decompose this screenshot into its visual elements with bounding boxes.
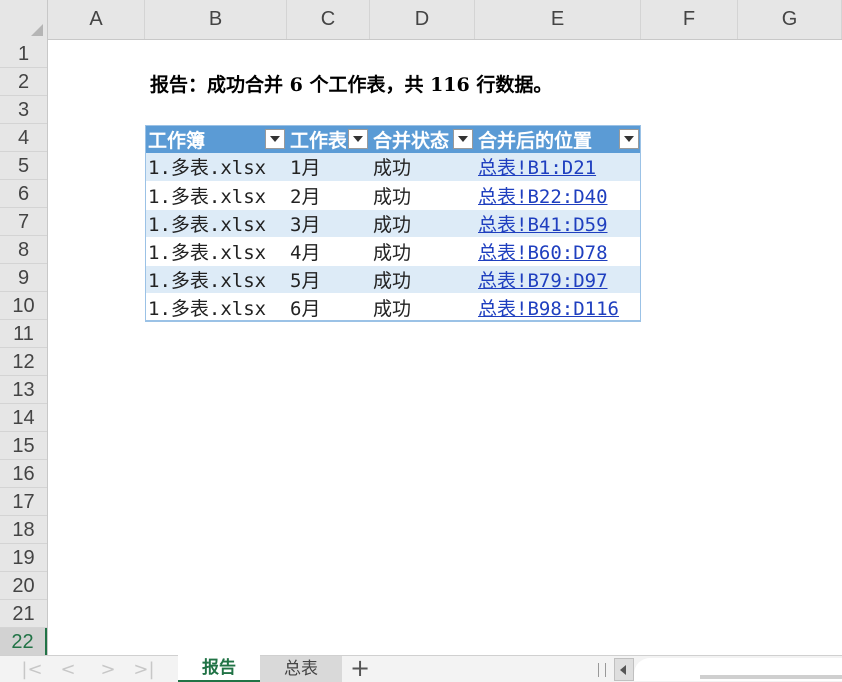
row-header[interactable]: 15	[0, 432, 47, 460]
row-header[interactable]: 12	[0, 348, 47, 376]
row-header-bar: 1 2 3 4 5 6 7 8 9 10 11 12 13 14 15 16 1…	[0, 40, 48, 656]
column-header-a[interactable]: A	[48, 0, 145, 39]
row-header[interactable]: 13	[0, 376, 47, 404]
row-header[interactable]: 16	[0, 460, 47, 488]
position-link[interactable]: 总表!B60:D78	[478, 242, 608, 264]
horizontal-scroll-thumb[interactable]	[700, 675, 842, 679]
position-link[interactable]: 总表!B1:D21	[478, 157, 596, 179]
header-merge-status[interactable]: 合并状态	[370, 125, 475, 153]
row-header[interactable]: 14	[0, 404, 47, 432]
cell-position[interactable]: 总表!B98:D116	[475, 293, 641, 322]
position-link[interactable]: 总表!B79:D97	[478, 270, 608, 292]
cell-worksheet[interactable]: 5月	[287, 265, 370, 294]
filter-dropdown-icon[interactable]	[619, 129, 639, 149]
next-sheet-icon[interactable]: >	[94, 659, 122, 681]
prev-sheet-icon[interactable]: <	[54, 659, 82, 681]
row-header[interactable]: 3	[0, 96, 47, 124]
table-row: 1.多表.xlsx 6月 成功 总表!B98:D116	[145, 293, 641, 322]
row-header[interactable]: 4	[0, 124, 47, 152]
row-header-selected[interactable]: 22	[0, 628, 47, 656]
header-worksheet[interactable]: 工作表	[287, 125, 370, 153]
position-link[interactable]: 总表!B98:D116	[478, 298, 619, 320]
header-workbook[interactable]: 工作簿	[145, 125, 287, 153]
table-row: 1.多表.xlsx 2月 成功 总表!B22:D40	[145, 181, 641, 210]
table-header-row: 工作簿 工作表 合并状态 合并后的位置	[145, 125, 641, 153]
cell-worksheet[interactable]: 1月	[287, 153, 370, 182]
report-title[interactable]: 报告：成功合并 6 个工作表，共 116 行数据。	[150, 70, 552, 97]
filter-dropdown-icon[interactable]	[453, 129, 473, 149]
sheet-tab-bar: |< < > >| 报告 总表 +	[0, 655, 842, 682]
sheet-tab-report[interactable]: 报告	[178, 655, 260, 682]
cell-workbook[interactable]: 1.多表.xlsx	[145, 293, 287, 322]
tab-splitter-handle[interactable]	[598, 663, 606, 677]
header-label: 合并状态	[373, 129, 450, 152]
filter-dropdown-icon[interactable]	[348, 129, 368, 149]
cell-worksheet[interactable]: 4月	[287, 237, 370, 266]
column-header-f[interactable]: F	[641, 0, 738, 39]
row-header[interactable]: 10	[0, 292, 47, 320]
position-link[interactable]: 总表!B22:D40	[478, 186, 608, 208]
table-row: 1.多表.xlsx 5月 成功 总表!B79:D97	[145, 265, 641, 294]
scroll-left-icon[interactable]	[614, 658, 634, 681]
cell-position[interactable]: 总表!B22:D40	[475, 181, 641, 210]
cell-status[interactable]: 成功	[370, 181, 475, 210]
row-header[interactable]: 8	[0, 236, 47, 264]
cell-position[interactable]: 总表!B41:D59	[475, 209, 641, 238]
header-merged-position[interactable]: 合并后的位置	[475, 125, 641, 153]
position-link[interactable]: 总表!B41:D59	[478, 214, 608, 236]
cell-status[interactable]: 成功	[370, 265, 475, 294]
table-row: 1.多表.xlsx 3月 成功 总表!B41:D59	[145, 209, 641, 238]
cell-worksheet[interactable]: 6月	[287, 293, 370, 322]
column-header-b[interactable]: B	[145, 0, 287, 39]
filter-dropdown-icon[interactable]	[265, 129, 285, 149]
row-header[interactable]: 11	[0, 320, 47, 348]
cell-workbook[interactable]: 1.多表.xlsx	[145, 237, 287, 266]
header-label: 工作簿	[148, 129, 206, 152]
row-header[interactable]: 20	[0, 572, 47, 600]
cell-workbook[interactable]: 1.多表.xlsx	[145, 209, 287, 238]
cell-workbook[interactable]: 1.多表.xlsx	[145, 181, 287, 210]
last-sheet-icon[interactable]: >|	[130, 659, 158, 681]
row-header[interactable]: 17	[0, 488, 47, 516]
cell-status[interactable]: 成功	[370, 153, 475, 182]
merge-result-table: 工作簿 工作表 合并状态 合并后的位置 1.多表.xlsx 1月 成功 总表!B…	[145, 125, 641, 322]
cell-worksheet[interactable]: 3月	[287, 209, 370, 238]
select-all-triangle-icon	[31, 24, 43, 36]
column-header-e[interactable]: E	[475, 0, 641, 39]
row-header[interactable]: 5	[0, 152, 47, 180]
spreadsheet: A B C D E F G 1 2 3 4 5 6 7 8 9 10 11 12…	[0, 0, 842, 682]
header-label: 合并后的位置	[478, 129, 593, 152]
table-row: 1.多表.xlsx 4月 成功 总表!B60:D78	[145, 237, 641, 266]
row-header[interactable]: 6	[0, 180, 47, 208]
column-header-g[interactable]: G	[738, 0, 842, 39]
header-label: 工作表	[290, 129, 346, 152]
table-row: 1.多表.xlsx 1月 成功 总表!B1:D21	[145, 153, 641, 182]
row-header[interactable]: 7	[0, 208, 47, 236]
cell-position[interactable]: 总表!B60:D78	[475, 237, 641, 266]
cell-workbook[interactable]: 1.多表.xlsx	[145, 265, 287, 294]
cell-workbook[interactable]: 1.多表.xlsx	[145, 153, 287, 182]
select-all-corner[interactable]	[0, 0, 48, 40]
column-header-d[interactable]: D	[370, 0, 475, 39]
column-header-bar: A B C D E F G	[0, 0, 842, 40]
sheet-tab-summary[interactable]: 总表	[260, 656, 342, 682]
row-header[interactable]: 18	[0, 516, 47, 544]
add-sheet-button[interactable]: +	[348, 656, 372, 682]
cell-status[interactable]: 成功	[370, 209, 475, 238]
cell-status[interactable]: 成功	[370, 293, 475, 322]
cell-status[interactable]: 成功	[370, 237, 475, 266]
cell-worksheet[interactable]: 2月	[287, 181, 370, 210]
row-header[interactable]: 1	[0, 40, 47, 68]
row-header[interactable]: 2	[0, 68, 47, 96]
row-header[interactable]: 19	[0, 544, 47, 572]
cell-position[interactable]: 总表!B79:D97	[475, 265, 641, 294]
column-header-c[interactable]: C	[287, 0, 370, 39]
row-header[interactable]: 21	[0, 600, 47, 628]
cell-position[interactable]: 总表!B1:D21	[475, 153, 641, 182]
row-header[interactable]: 9	[0, 264, 47, 292]
first-sheet-icon[interactable]: |<	[18, 659, 46, 681]
